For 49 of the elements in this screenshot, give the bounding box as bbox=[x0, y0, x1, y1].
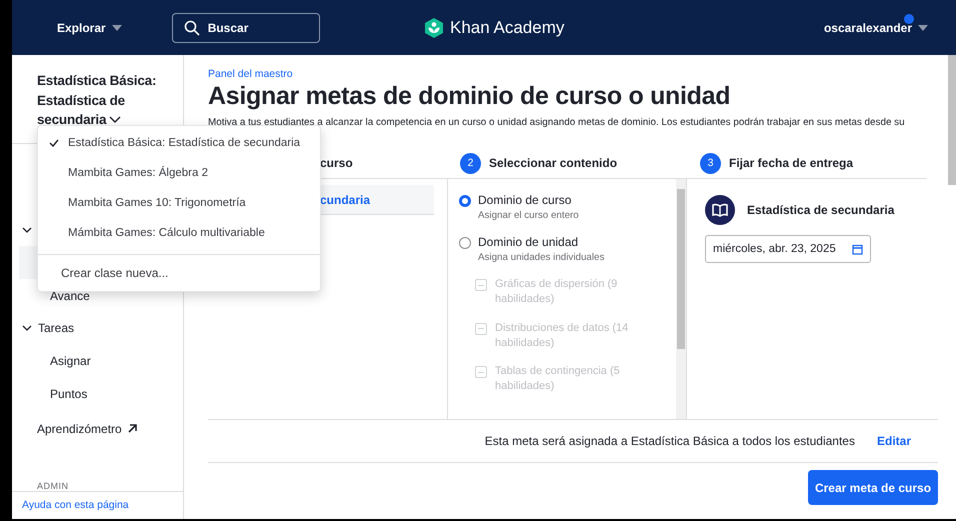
unit-label: Tablas de contingencia (5 habilidades) bbox=[495, 364, 621, 394]
caret-icon bbox=[112, 24, 122, 30]
option-label[interactable]: Dominio de unidad bbox=[478, 235, 604, 249]
book-icon bbox=[705, 195, 735, 225]
sidebar-heading: ADMIN bbox=[36, 480, 70, 491]
page-scrollbar[interactable] bbox=[948, 55, 956, 185]
summary-text: Esta meta será asignada a Estadística Básica a todos los estudiantes bbox=[484, 434, 855, 448]
sidebar-item[interactable]: Asignar bbox=[19, 344, 183, 377]
create-class-item[interactable]: Crear clase nueva... bbox=[38, 254, 320, 291]
chevron-icon[interactable] bbox=[22, 323, 32, 333]
external-arrow-icon bbox=[126, 423, 138, 434]
page-title: Asignar metas de dominio de curso o unidad bbox=[208, 82, 732, 111]
unit-label: Distribuciones de datos (14 habilidades) bbox=[495, 320, 630, 350]
radio-button[interactable] bbox=[459, 237, 471, 249]
breadcrumb-link[interactable]: Panel del maestro bbox=[208, 68, 938, 80]
menu-item[interactable]: Mambita Games: Álgebra 2 bbox=[38, 158, 320, 188]
search-field[interactable]: Buscar bbox=[172, 12, 320, 42]
unit-label: Gráficas de dispersión (9 habilidades) bbox=[495, 277, 618, 307]
create-goal-button[interactable]: Crear meta de curso bbox=[808, 470, 938, 505]
scrollbar[interactable] bbox=[676, 179, 686, 419]
sidebar-item[interactable]: Puntos bbox=[19, 377, 183, 410]
description: Motiva a tus estudiantes a alcanzar la competencia en un curso o unidad asignando metas de dominio. Los estudiantes podrán trabajar en sus metas desde su bbox=[208, 117, 906, 128]
chevron-down-icon bbox=[109, 116, 122, 124]
menu-item-label[interactable]: Mambita Games: Álgebra 2 bbox=[68, 167, 208, 179]
user-menu[interactable]: oscaralexander bbox=[824, 20, 928, 34]
logo-icon bbox=[424, 18, 444, 38]
menu-item-label[interactable]: Mámbita Games: Cálculo multivariable bbox=[68, 227, 265, 239]
menu-item[interactable]: Mámbita Games: Cálculo multivariable bbox=[38, 218, 320, 248]
search-icon bbox=[184, 20, 200, 36]
date-field[interactable]: miércoles, abr. 23, 2025 bbox=[705, 235, 871, 263]
step-number: 3 bbox=[700, 152, 721, 174]
option-label[interactable]: Dominio de curso bbox=[478, 193, 579, 207]
section-label[interactable]: Tareas bbox=[38, 321, 74, 335]
calendar-icon bbox=[852, 244, 863, 254]
logo-text: Khan Academy bbox=[450, 18, 564, 38]
step-label: Seleccionar contenido bbox=[489, 156, 618, 170]
caret-icon bbox=[918, 24, 928, 30]
help-link[interactable]: Ayuda con esta página bbox=[12, 491, 183, 519]
course-name: Estadística de secundaria bbox=[747, 203, 894, 217]
step-label: curso bbox=[320, 156, 353, 170]
step-number: 2 bbox=[460, 152, 481, 174]
radio-button[interactable] bbox=[459, 195, 471, 207]
option-description: Asigna unidades individuales bbox=[478, 252, 604, 263]
explore-menu[interactable]: Explorar bbox=[57, 20, 122, 34]
sidebar-link[interactable]: Aprendizómetro bbox=[12, 412, 183, 445]
step-label: Fijar fecha de entrega bbox=[729, 156, 854, 170]
edit-link[interactable]: Editar bbox=[876, 434, 911, 448]
option-description: Asignar el curso entero bbox=[478, 210, 579, 221]
chevron-icon[interactable] bbox=[22, 225, 32, 235]
